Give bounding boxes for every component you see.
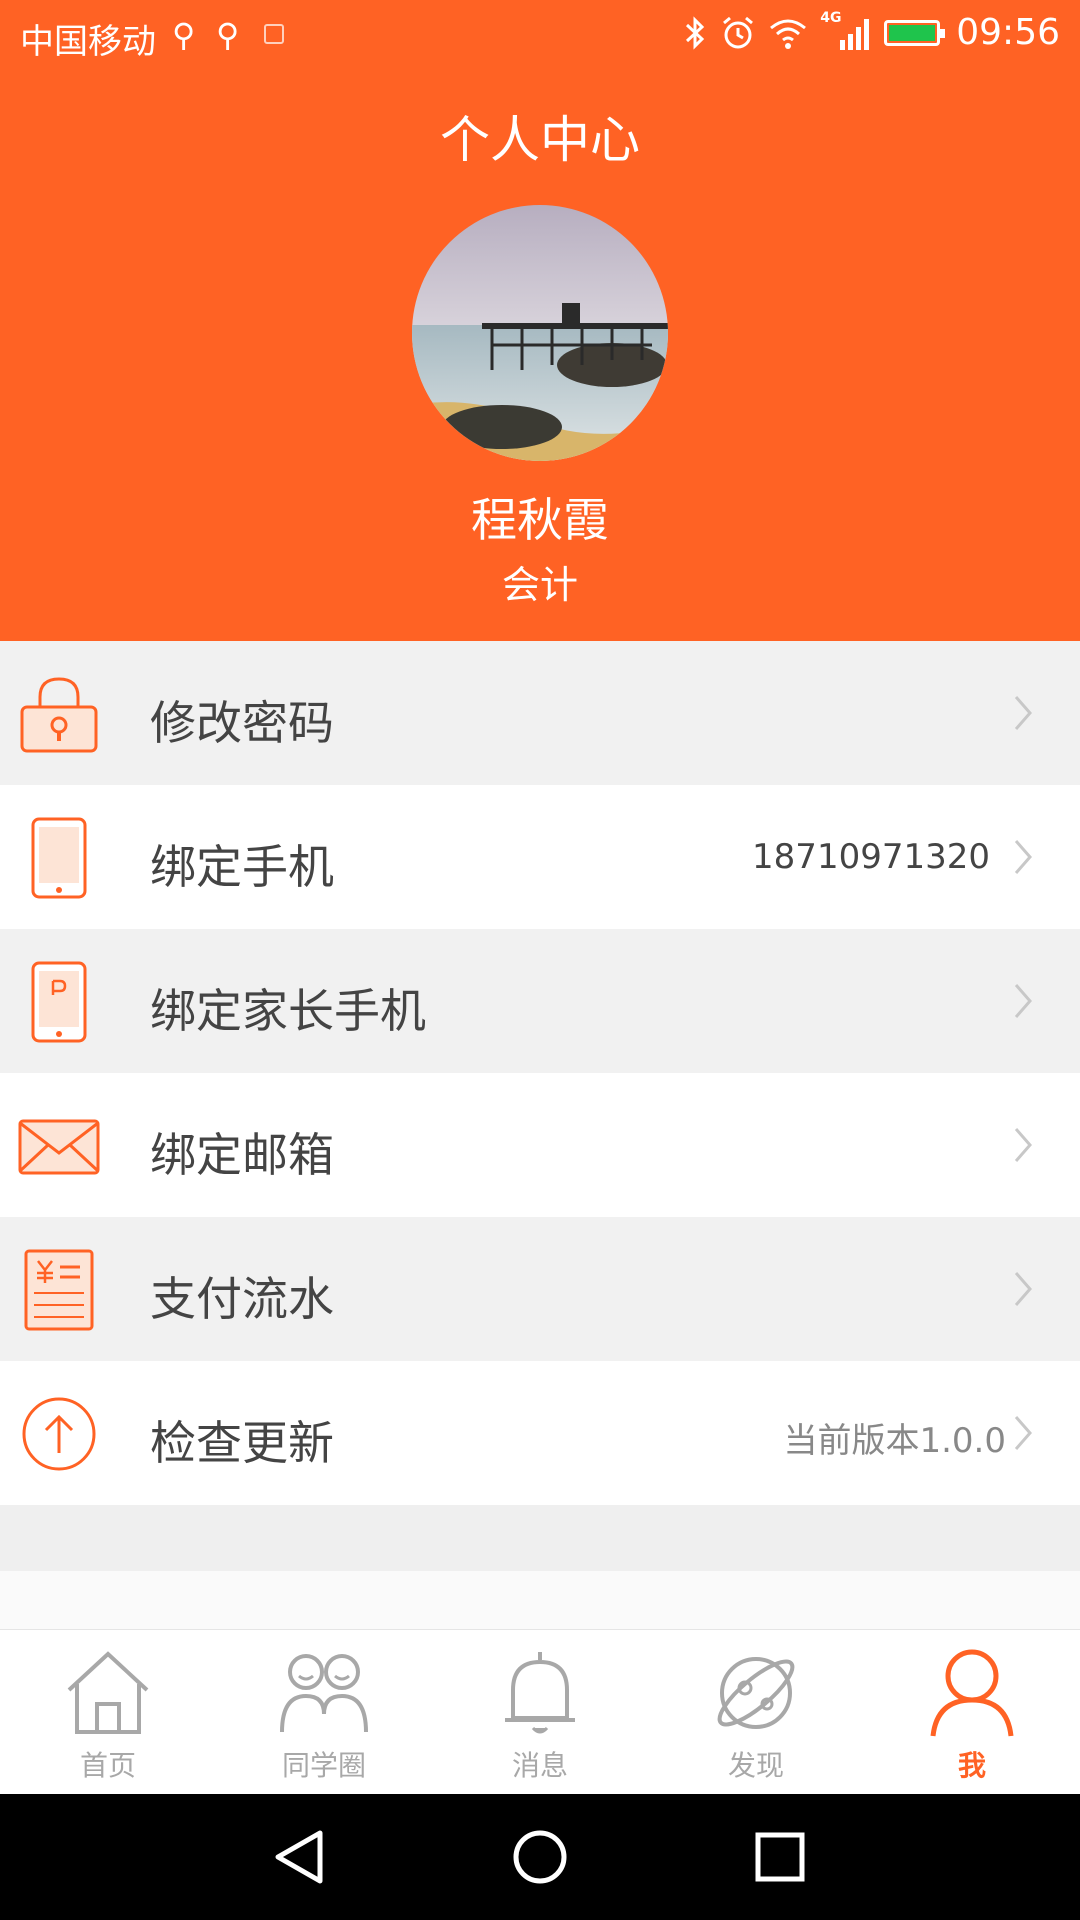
person-icon [930,1649,1014,1737]
usb-icon: ⚲ [172,16,196,54]
bluetooth-icon [686,15,705,50]
tab-home[interactable]: 首页 [0,1630,216,1795]
recents-icon[interactable] [750,1827,810,1887]
system-navigation-bar [0,1794,1080,1920]
chevron-right-icon [1014,696,1032,730]
menu-item-bind-parent-phone[interactable]: 绑定家长手机 [0,929,1080,1073]
bottom-tab-bar: 首页 同学圈 消息 发现 我 [0,1629,1080,1794]
settings-menu: 修改密码 绑定手机 18710971320 绑定家长手机 绑定邮箱 支付流水 检… [0,641,1080,1505]
menu-item-label: 修改密码 [150,696,334,750]
profile-header: 中国移动 ⚲ ⚲ 4G 09:56 个人中心 程秋霞 会计 [0,0,1080,641]
notification-icon [264,24,284,44]
menu-item-label: 绑定邮箱 [150,1128,334,1182]
wifi-icon [770,19,807,49]
menu-item-payment-records[interactable]: 支付流水 [0,1217,1080,1361]
menu-item-check-update[interactable]: 检查更新 当前版本1.0.0 [0,1361,1080,1505]
alarm-icon [723,16,754,48]
tab-label: 发现 [727,1749,784,1782]
menu-item-bind-email[interactable]: 绑定邮箱 [0,1073,1080,1217]
cellular-signal-icon: 4G [820,10,872,52]
tab-me[interactable]: 我 [864,1630,1080,1795]
usb-icon: ⚲ [216,16,240,54]
menu-item-label: 绑定家长手机 [150,984,426,1038]
menu-item-bind-phone[interactable]: 绑定手机 18710971320 [0,785,1080,929]
chevron-right-icon [1014,1272,1032,1306]
home-icon [67,1651,149,1734]
parent-phone-icon [31,961,87,1043]
avatar[interactable] [412,205,668,461]
lock-icon [20,677,98,753]
chevron-right-icon [1014,840,1032,874]
menu-item-label: 支付流水 [150,1272,334,1326]
tab-messages[interactable]: 消息 [432,1630,648,1795]
bell-icon [505,1652,575,1734]
chevron-right-icon [1014,984,1032,1018]
phone-icon [31,817,87,899]
tab-label: 我 [957,1749,986,1782]
mail-icon [18,1119,100,1175]
payment-record-icon [24,1249,94,1331]
update-icon [22,1397,96,1471]
classmates-icon [280,1654,368,1733]
phone-number-value: 18710971320 [752,837,990,877]
planet-icon [717,1657,795,1729]
user-name: 程秋霞 [471,493,609,547]
status-indicators: 4G 09:56 [682,10,1060,53]
chevron-right-icon [1014,1416,1032,1450]
version-value: 当前版本1.0.0 [783,1421,1006,1461]
tab-label: 同学圈 [281,1749,366,1782]
page-title: 个人中心 [440,111,640,169]
clock: 09:56 [956,12,1060,53]
carrier-label: 中国移动 [20,22,156,62]
tab-label: 消息 [511,1749,568,1782]
home-button-icon[interactable] [510,1827,570,1887]
menu-item-label: 检查更新 [150,1416,334,1470]
tab-label: 首页 [79,1749,136,1782]
status-bar: 中国移动 ⚲ ⚲ 4G 09:56 [0,0,1080,74]
menu-item-change-password[interactable]: 修改密码 [0,641,1080,785]
tab-discover[interactable]: 发现 [648,1630,864,1795]
user-role: 会计 [501,563,578,607]
tab-classmates[interactable]: 同学圈 [216,1630,432,1795]
section-divider [0,1505,1080,1571]
battery-icon [884,19,946,46]
back-icon[interactable] [270,1827,330,1887]
menu-item-label: 绑定手机 [150,840,334,894]
avatar-image [412,205,668,461]
empty-area [0,1571,1080,1629]
chevron-right-icon [1014,1128,1032,1162]
